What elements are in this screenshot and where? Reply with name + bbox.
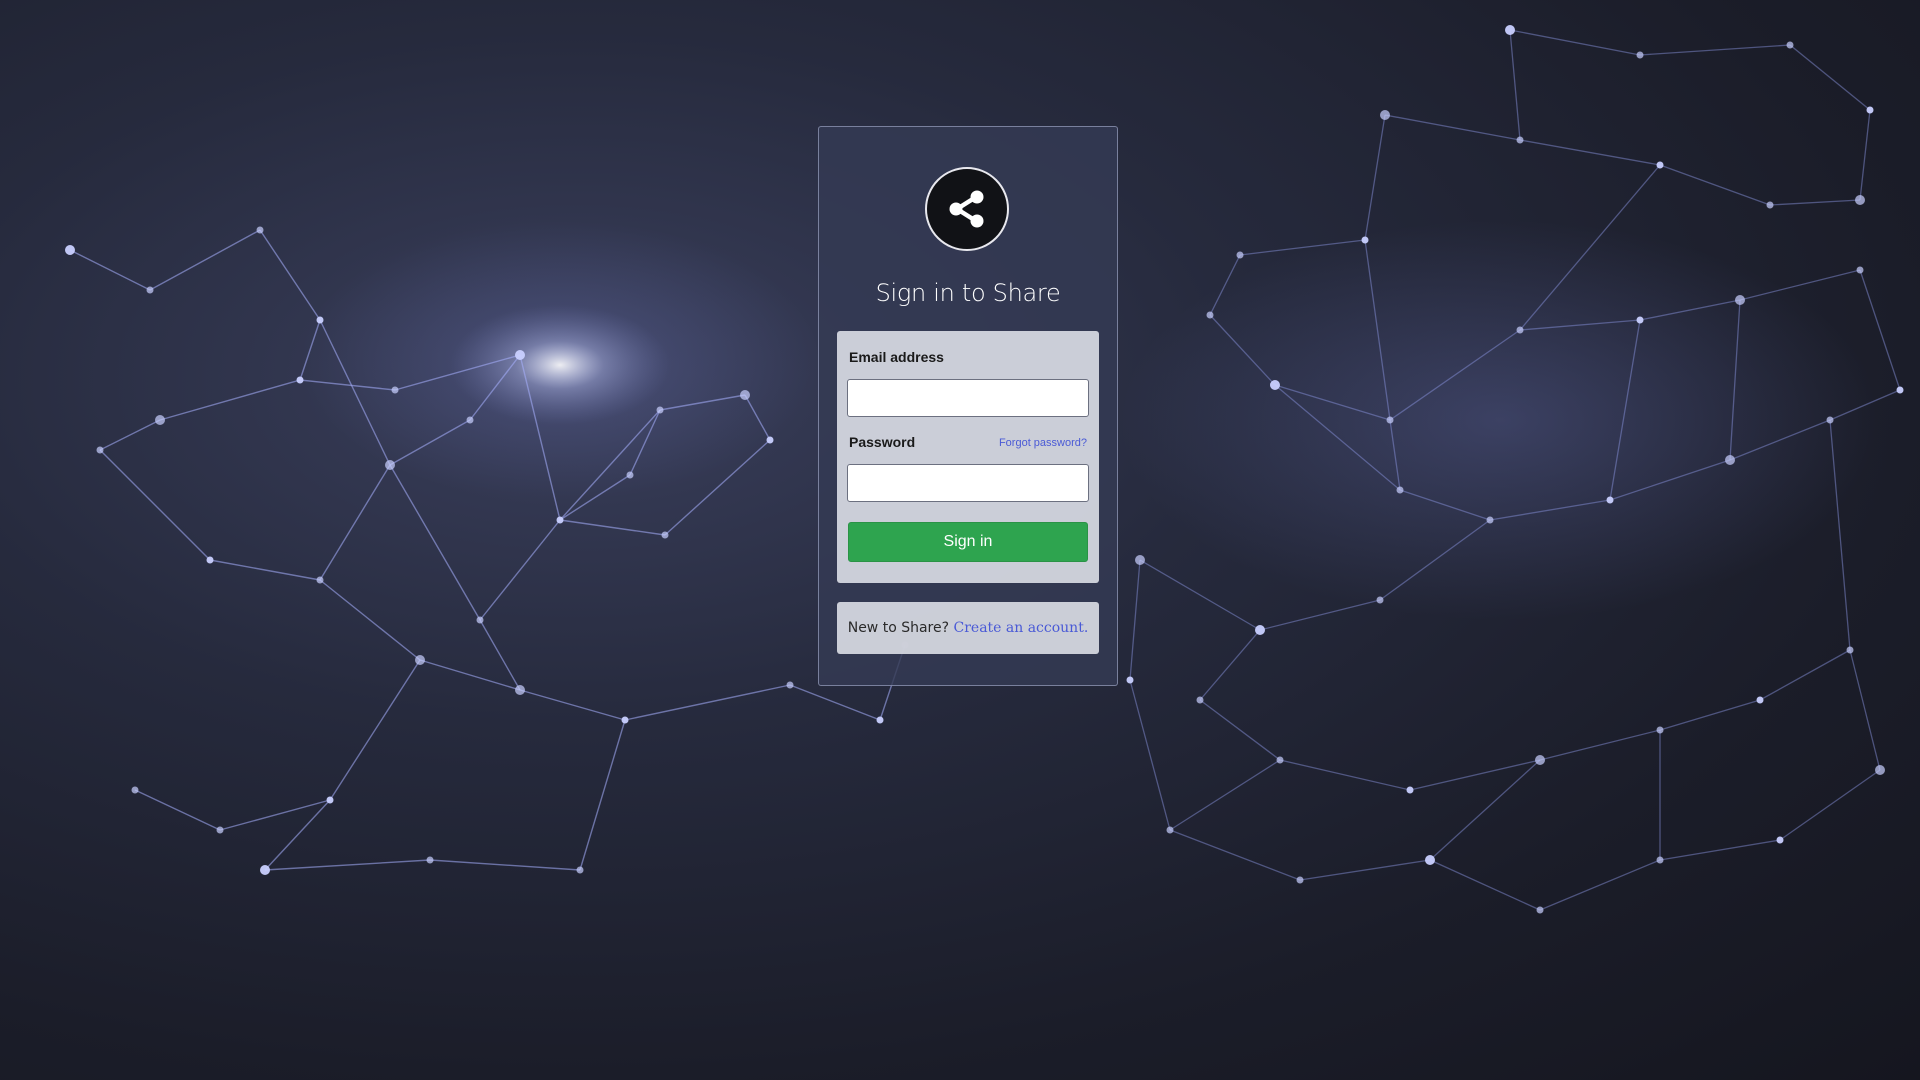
password-field[interactable] [847, 464, 1089, 502]
create-account-box: New to Share? Create an account. [837, 602, 1099, 654]
share-logo [925, 167, 1009, 251]
page-title: Sign in to Share [875, 279, 1061, 307]
share-icon [949, 190, 984, 228]
sign-in-button[interactable]: Sign in [848, 522, 1088, 562]
new-user-prompt: New to Share? [847, 620, 950, 636]
email-label: Email address [849, 349, 944, 365]
password-label: Password [849, 434, 916, 450]
forgot-password-link[interactable]: Forgot password? [999, 437, 1087, 449]
login-card: Sign in to Share Email address Password … [818, 126, 1118, 686]
sign-in-form: Email address Password Forgot password? … [837, 331, 1099, 583]
email-field[interactable] [847, 379, 1089, 417]
create-account-link[interactable]: Create an account. [954, 620, 1089, 636]
